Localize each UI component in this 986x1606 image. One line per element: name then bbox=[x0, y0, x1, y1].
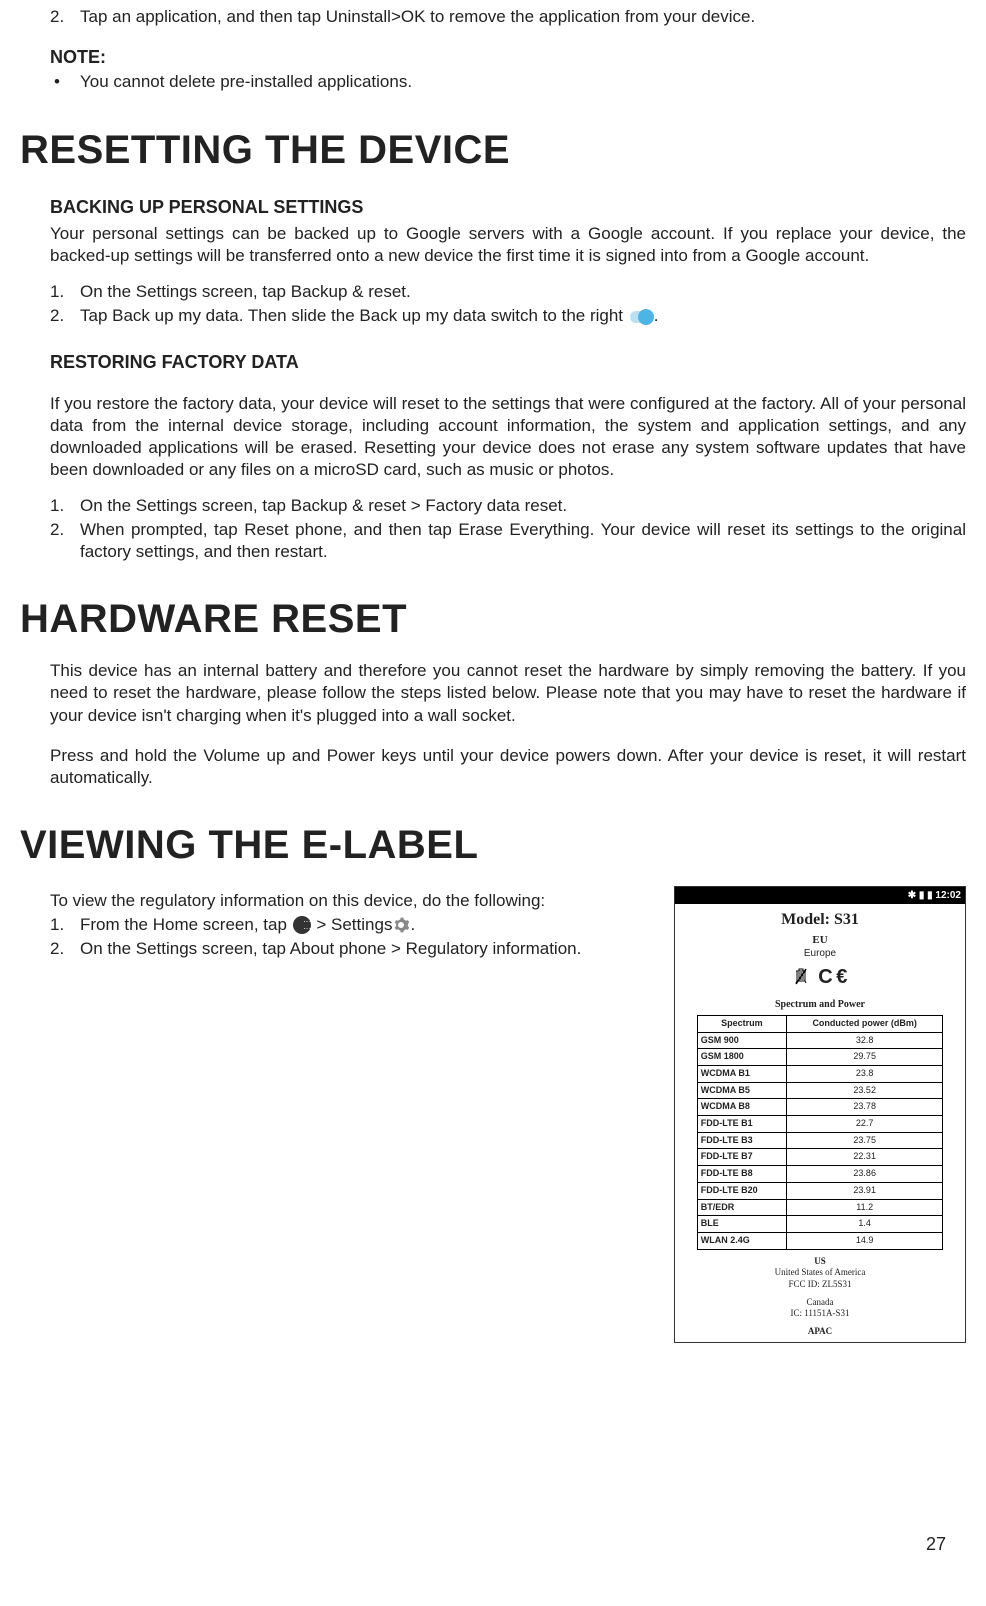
subregion-europe: Europe bbox=[675, 947, 965, 960]
spec-row: WCDMA B523.52 bbox=[697, 1082, 943, 1099]
status-clock: 12:02 bbox=[935, 890, 961, 901]
country-usa: United States of America bbox=[675, 1267, 965, 1279]
subhead-backing-up: BACKING UP PERSONAL SETTINGS bbox=[50, 196, 966, 219]
gear-icon bbox=[393, 917, 409, 933]
regulatory-screenshot: ✱ ▮ ▮ 12:02 Model: S31 EU Europe C € Spe… bbox=[674, 886, 966, 1343]
ic-id: IC: 11151A-S31 bbox=[675, 1308, 965, 1320]
spec-row: FDD-LTE B323.75 bbox=[697, 1132, 943, 1149]
spec-header-power: Conducted power (dBm) bbox=[787, 1015, 943, 1032]
ce-mark-icon: C € bbox=[818, 966, 846, 988]
spec-row: FDD-LTE B122.7 bbox=[697, 1116, 943, 1133]
note-bullet: You cannot delete pre-installed applicat… bbox=[50, 71, 966, 93]
spectrum-power-title: Spectrum and Power bbox=[675, 998, 965, 1011]
spec-row: WLAN 2.4G14.9 bbox=[697, 1232, 943, 1249]
spec-row: FDD-LTE B2023.91 bbox=[697, 1182, 943, 1199]
region-apac: APAC bbox=[675, 1326, 965, 1338]
spec-row: WCDMA B823.78 bbox=[697, 1099, 943, 1116]
elabel-step-1: From the Home screen, tap > Settings. bbox=[50, 914, 664, 936]
spectrum-power-table: Spectrum Conducted power (dBm) GSM 90032… bbox=[697, 1015, 944, 1250]
note-label: NOTE: bbox=[50, 46, 966, 69]
backup-paragraph: Your personal settings can be backed up … bbox=[50, 223, 966, 267]
weee-bin-icon bbox=[794, 967, 808, 989]
spec-header-spectrum: Spectrum bbox=[697, 1015, 786, 1032]
elabel-intro: To view the regulatory information on th… bbox=[50, 890, 664, 912]
heading-resetting-the-device: RESETTING THE DEVICE bbox=[20, 124, 966, 176]
subhead-restoring: RESTORING FACTORY DATA bbox=[50, 351, 966, 374]
backup-step-1: On the Settings screen, tap Backup & res… bbox=[50, 281, 966, 303]
intro-step-2: Tap an application, and then tap Uninsta… bbox=[50, 6, 966, 28]
spec-row: FDD-LTE B823.86 bbox=[697, 1166, 943, 1183]
hardware-para-2: Press and hold the Volume up and Power k… bbox=[50, 745, 966, 789]
backup-step-2: Tap Back up my data. Then slide the Back… bbox=[50, 305, 966, 327]
heading-hardware-reset: HARDWARE RESET bbox=[20, 593, 966, 645]
region-us: US bbox=[675, 1256, 965, 1268]
restore-step-1: On the Settings screen, tap Backup & res… bbox=[50, 495, 966, 517]
model-title: Model: S31 bbox=[675, 910, 965, 931]
hardware-para-1: This device has an internal battery and … bbox=[50, 660, 966, 726]
phone-statusbar: ✱ ▮ ▮ 12:02 bbox=[675, 887, 965, 904]
fcc-id: FCC ID: ZL5S31 bbox=[675, 1279, 965, 1291]
restore-paragraph: If you restore the factory data, your de… bbox=[50, 393, 966, 481]
elabel-step-2: On the Settings screen, tap About phone … bbox=[50, 938, 664, 960]
region-eu: EU bbox=[675, 933, 965, 947]
spec-row: FDD-LTE B722.31 bbox=[697, 1149, 943, 1166]
heading-viewing-elabel: VIEWING THE E-LABEL bbox=[20, 819, 966, 871]
restore-step-2: When prompted, tap Reset phone, and then… bbox=[50, 519, 966, 563]
spec-row: GSM 90032.8 bbox=[697, 1032, 943, 1049]
spec-row: BLE1.4 bbox=[697, 1216, 943, 1233]
status-icons: ✱ ▮ ▮ bbox=[908, 890, 933, 901]
country-canada: Canada bbox=[675, 1297, 965, 1309]
spec-row: WCDMA B123.8 bbox=[697, 1066, 943, 1083]
toggle-on-icon bbox=[630, 311, 652, 323]
apps-grid-icon bbox=[293, 916, 311, 934]
spec-row: GSM 180029.75 bbox=[697, 1049, 943, 1066]
compliance-marks: C € bbox=[675, 964, 965, 990]
spec-row: BT/EDR11.2 bbox=[697, 1199, 943, 1216]
page-number: 27 bbox=[926, 1533, 946, 1556]
